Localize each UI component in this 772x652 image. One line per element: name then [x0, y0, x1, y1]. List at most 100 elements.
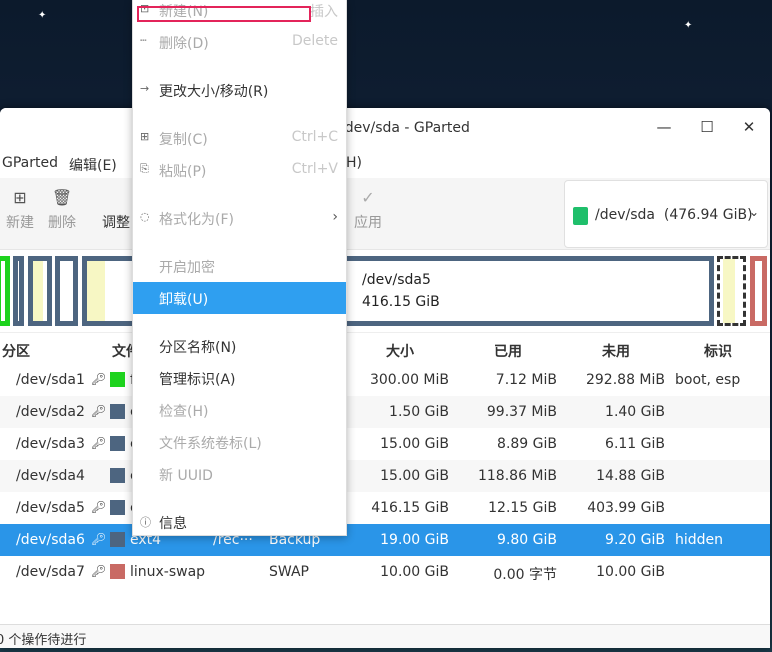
partition-cell: /dev/sda1 — [16, 372, 85, 388]
menu-item[interactable]: 文件系统卷标(L) — [133, 426, 346, 458]
partition-cell: /dev/sda3 — [16, 436, 85, 452]
minimize-button[interactable]: — — [654, 118, 674, 136]
table-row[interactable]: /dev/sda3 🔑︎ e 15.00 GiB 8.89 GiB 6.11 G… — [0, 428, 770, 460]
flags-cell: hidden — [675, 532, 724, 548]
pmap-sda1[interactable] — [0, 256, 10, 326]
unused-cell: 10.00 GiB — [596, 564, 665, 580]
fs-color-swatch — [110, 468, 125, 483]
menu-item-shortcut: Ctrl+V — [291, 161, 338, 177]
menu-item[interactable]: 管理标识(A) — [133, 362, 346, 394]
menu-item-shortcut: Ctrl+C — [291, 129, 338, 145]
apply-label: 应用 — [354, 215, 382, 231]
menu-item-label: 新 UUID — [159, 468, 213, 484]
pmap-sda4[interactable] — [55, 256, 78, 326]
fs-color-swatch — [110, 404, 125, 419]
key-icon: 🔑︎ — [91, 404, 107, 418]
menu-item-label: 删除(D) — [159, 36, 209, 52]
used-cell: 9.80 GiB — [497, 532, 557, 548]
menu-item-label: 文件系统卷标(L) — [159, 436, 262, 452]
context-menu: ⓘ 信息 新 UUID 文件系统卷标(L) 检查(H) 管理标识(A) 分区名称(N) 卸载(… — [132, 0, 347, 536]
status-text: 0 个操作待进行 — [0, 633, 87, 648]
menu-item[interactable]: ┄ 删除(D) Delete — [133, 26, 346, 58]
unused-cell: 292.88 MiB — [585, 372, 665, 388]
key-icon: 🔑︎ — [91, 372, 107, 386]
menu-item[interactable]: → 更改大小/移动(R) — [133, 74, 346, 106]
partition-map: /dev/sda5 416.15 GiB — [0, 252, 770, 332]
table-row[interactable]: /dev/sda5 🔑︎ e 416.15 GiB 12.15 GiB 403.… — [0, 492, 770, 524]
menu-help[interactable]: H) — [346, 155, 362, 171]
menu-item[interactable]: 卸载(U) — [133, 282, 346, 314]
pmap-sda6[interactable] — [717, 256, 746, 326]
unused-cell: 403.99 GiB — [587, 500, 665, 516]
menu-item-label: 信息 — [159, 516, 187, 532]
pmap-sda2[interactable] — [13, 256, 24, 326]
menu-item-label: 更改大小/移动(R) — [159, 84, 269, 100]
fs-color-swatch — [110, 500, 125, 515]
menu-item-label: 复制(C) — [159, 132, 208, 148]
table-row[interactable]: /dev/sda2 🔑︎ e 1.50 GiB 99.37 MiB 1.40 G… — [0, 396, 770, 428]
pmap-selected-name: /dev/sda5 — [362, 272, 431, 288]
menu-item[interactable]: 检查(H) — [133, 394, 346, 426]
size-cell: 300.00 MiB — [369, 372, 449, 388]
delete-button[interactable]: 🗑 删除 — [48, 188, 76, 232]
partition-cell: /dev/sda4 — [16, 468, 85, 484]
col-flags[interactable]: 标识 — [704, 341, 732, 361]
table-header: 分区 文件 大小 已用 未用 标识 — [0, 332, 770, 364]
fs-color-swatch — [110, 532, 125, 547]
apply-button[interactable]: ✓ 应用 — [354, 188, 382, 232]
table-row[interactable]: /dev/sda1 🔑︎ f 300.00 MiB 7.12 MiB 292.8… — [0, 364, 770, 396]
menu-item[interactable]: ⓘ 信息 — [133, 506, 346, 538]
status-bar: 0 个操作待进行 — [0, 624, 770, 648]
check-icon: ✓ — [361, 188, 375, 207]
device-selector[interactable]: /dev/sda (476.94 GiB) ⌄ — [564, 180, 768, 248]
chevron-down-icon: ⌄ — [748, 205, 759, 219]
menu-item[interactable]: 开启加密 — [133, 250, 346, 282]
resize-label: 调整 — [102, 215, 130, 231]
unused-cell: 14.88 GiB — [596, 468, 665, 484]
resize-button[interactable]: 调整 — [102, 188, 130, 232]
size-cell: 15.00 GiB — [380, 436, 449, 452]
delete-label: 删除 — [48, 215, 76, 231]
used-cell: 8.89 GiB — [497, 436, 557, 452]
menu-item-label: 检查(H) — [159, 404, 209, 420]
label-cell: SWAP — [269, 564, 309, 580]
focus-highlight-box — [137, 6, 311, 22]
col-used[interactable]: 已用 — [494, 341, 522, 361]
pmap-selected-size: 416.15 GiB — [362, 294, 440, 310]
menu-edit[interactable]: 编辑(E) — [69, 155, 117, 175]
menu-item[interactable]: 分区名称(N) — [133, 330, 346, 362]
col-size[interactable]: 大小 — [386, 341, 414, 361]
new-button[interactable]: ⊞ 新建 — [6, 188, 34, 232]
menu-item[interactable]: ◌ 格式化为(F) › — [133, 202, 346, 234]
col-unused[interactable]: 未用 — [602, 341, 630, 361]
fs-color-swatch — [110, 436, 125, 451]
size-cell: 15.00 GiB — [380, 468, 449, 484]
menu-gparted[interactable]: GParted — [2, 155, 58, 171]
maximize-button[interactable]: ☐ — [697, 118, 717, 136]
resize-icon — [102, 188, 130, 212]
pmap-sda3[interactable] — [28, 256, 52, 326]
menu-item[interactable]: ⎘ 粘贴(P) Ctrl+V — [133, 154, 346, 186]
table-row[interactable]: /dev/sda4 e 15.00 GiB 118.86 MiB 14.88 G… — [0, 460, 770, 492]
filesystem-cell: linux-swap — [130, 564, 206, 580]
copy-icon: ⊞ — [140, 130, 150, 143]
new-label: 新建 — [6, 215, 34, 231]
table-row[interactable]: /dev/sda7 🔑︎ linux-swap SWAP 10.00 GiB 0… — [0, 556, 770, 588]
menu-item-label: 卸载(U) — [159, 292, 209, 308]
menu-item-shortcut: 插入 — [310, 4, 338, 20]
partition-cell: /dev/sda5 — [16, 500, 85, 516]
menu-item[interactable]: 新 UUID — [133, 458, 346, 490]
paste-icon: ⎘ — [140, 162, 149, 175]
flags-cell: boot, esp — [675, 372, 741, 388]
menu-item[interactable]: ⊞ 复制(C) Ctrl+C — [133, 122, 346, 154]
pmap-sda7[interactable] — [750, 256, 767, 326]
used-cell: 99.37 MiB — [486, 404, 557, 420]
unused-cell: 6.11 GiB — [605, 436, 665, 452]
col-partition[interactable]: 分区 — [2, 341, 30, 361]
table-row[interactable]: /dev/sda6 🔑︎ ext4 /rec··· Backup 19.00 G… — [0, 524, 770, 556]
close-button[interactable]: ✕ — [739, 118, 759, 136]
menu-item-label: 分区名称(N) — [159, 340, 237, 356]
title-bar[interactable]: /dev/sda - GParted — ☐ ✕ — [0, 108, 770, 148]
used-cell: 118.86 MiB — [477, 468, 557, 484]
delete-icon: ┄ — [140, 34, 147, 47]
